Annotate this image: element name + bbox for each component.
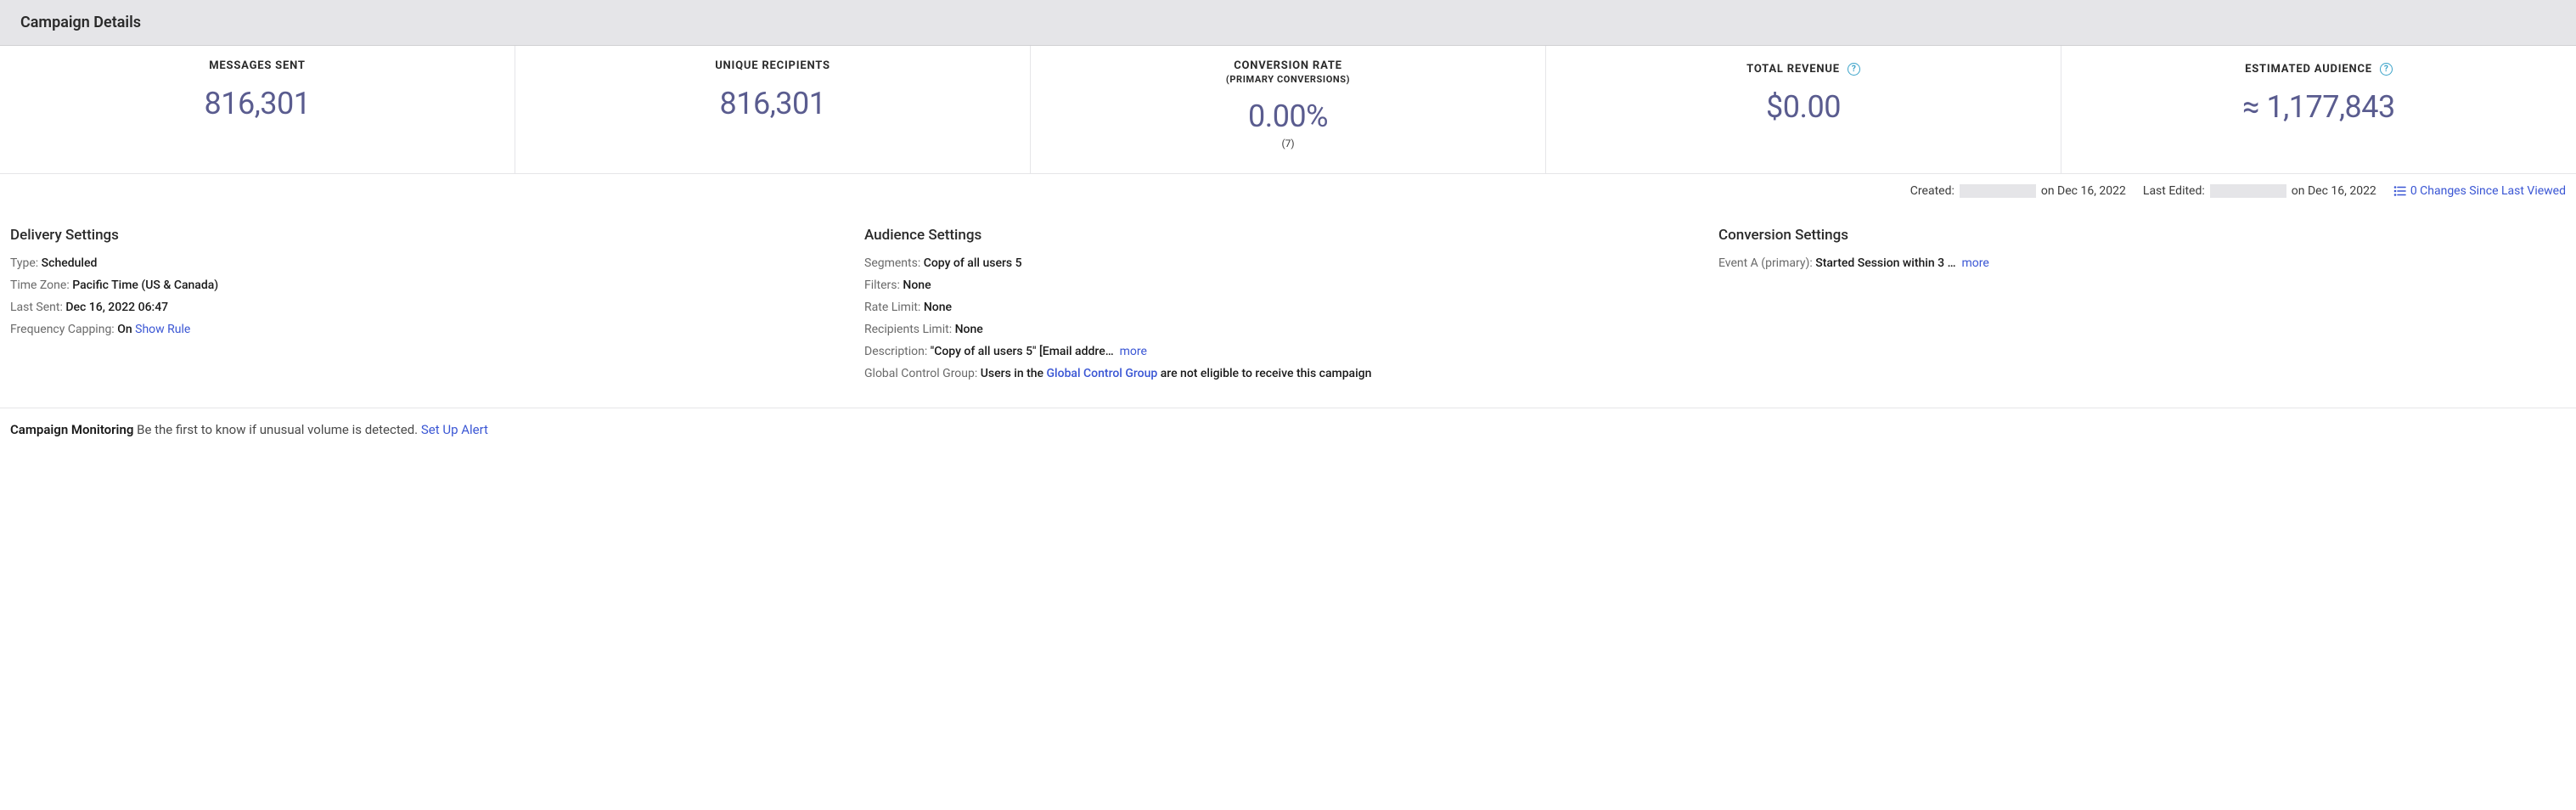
- kv-type: Type: Scheduled: [10, 254, 847, 273]
- stat-card-unique-recipients[interactable]: UNIQUE RECIPIENTS 816,301: [515, 46, 1031, 173]
- stat-label: MESSAGES SENT: [8, 59, 506, 72]
- conversion-settings: Conversion Settings Event A (primary): S…: [1718, 227, 2556, 387]
- redacted-block: [1960, 184, 2036, 198]
- stat-value: 0.00%: [1039, 98, 1537, 134]
- section-title: Audience Settings: [864, 227, 1701, 244]
- section-title: Conversion Settings: [1718, 227, 2556, 244]
- meta-last-edited: Last Edited: on Dec 16, 2022: [2143, 184, 2376, 198]
- meta-created: Created: on Dec 16, 2022: [1910, 184, 2126, 198]
- kv-recipients-limit: Recipients Limit: None: [864, 320, 1701, 340]
- stat-card-total-revenue[interactable]: TOTAL REVENUE ? $0.00: [1546, 46, 2061, 173]
- kv-filters: Filters: None: [864, 276, 1701, 295]
- created-label: Created:: [1910, 184, 1954, 198]
- stat-subvalue: (7): [1039, 138, 1537, 149]
- kv-timezone: Time Zone: Pacific Time (US & Canada): [10, 276, 847, 295]
- edited-date: on Dec 16, 2022: [2292, 184, 2376, 198]
- monitoring-text: Be the first to know if unusual volume i…: [137, 422, 418, 437]
- page-header: Campaign Details: [0, 0, 2576, 46]
- stat-card-messages-sent[interactable]: MESSAGES SENT 816,301: [0, 46, 515, 173]
- stat-card-conversion-rate[interactable]: CONVERSION RATE (PRIMARY CONVERSIONS) 0.…: [1031, 46, 1546, 173]
- stat-sublabel: (PRIMARY CONVERSIONS): [1039, 74, 1537, 85]
- meta-row: Created: on Dec 16, 2022 Last Edited: on…: [0, 174, 2576, 208]
- stat-value: ≈ 1,177,843: [2070, 89, 2568, 125]
- settings-row: Delivery Settings Type: Scheduled Time Z…: [0, 208, 2576, 408]
- info-icon[interactable]: ?: [2380, 63, 2393, 76]
- description-more-link[interactable]: more: [1120, 345, 1147, 358]
- kv-description: Description: "Copy of all users 5" [Emai…: [864, 342, 1701, 362]
- edited-label: Last Edited:: [2143, 184, 2205, 198]
- global-control-group-link[interactable]: Global Control Group: [1047, 367, 1158, 380]
- kv-global-control-group: Global Control Group: Users in the Globa…: [864, 364, 1701, 384]
- stat-value: 816,301: [8, 86, 506, 121]
- section-title: Delivery Settings: [10, 227, 847, 244]
- stat-label: UNIQUE RECIPIENTS: [524, 59, 1021, 72]
- changes-since-viewed-link[interactable]: 0 Changes Since Last Viewed: [2393, 184, 2566, 198]
- kv-frequency-capping: Frequency Capping: On Show Rule: [10, 320, 847, 340]
- kv-event-a: Event A (primary): Started Session withi…: [1718, 254, 2556, 273]
- show-rule-link[interactable]: Show Rule: [135, 323, 190, 336]
- stat-label: CONVERSION RATE: [1039, 59, 1537, 72]
- campaign-monitoring: Campaign Monitoring Be the first to know…: [0, 408, 2576, 451]
- stat-value: $0.00: [1555, 89, 2052, 125]
- monitoring-title: Campaign Monitoring: [10, 422, 133, 437]
- stat-label: ESTIMATED AUDIENCE: [2245, 63, 2372, 76]
- info-icon[interactable]: ?: [1848, 63, 1860, 76]
- audience-settings: Audience Settings Segments: Copy of all …: [864, 227, 1701, 387]
- page-title: Campaign Details: [20, 14, 2556, 31]
- set-up-alert-link[interactable]: Set Up Alert: [421, 422, 488, 437]
- event-more-link[interactable]: more: [1961, 256, 1988, 270]
- stat-card-estimated-audience[interactable]: ESTIMATED AUDIENCE ? ≈ 1,177,843: [2061, 46, 2576, 173]
- stats-row: MESSAGES SENT 816,301 UNIQUE RECIPIENTS …: [0, 46, 2576, 174]
- list-icon: [2393, 185, 2406, 197]
- changes-text: 0 Changes Since Last Viewed: [2410, 184, 2566, 198]
- redacted-block: [2210, 184, 2286, 198]
- kv-last-sent: Last Sent: Dec 16, 2022 06:47: [10, 298, 847, 318]
- kv-segments: Segments: Copy of all users 5: [864, 254, 1701, 273]
- kv-rate-limit: Rate Limit: None: [864, 298, 1701, 318]
- delivery-settings: Delivery Settings Type: Scheduled Time Z…: [10, 227, 847, 387]
- created-date: on Dec 16, 2022: [2041, 184, 2126, 198]
- stat-label: TOTAL REVENUE: [1746, 63, 1840, 76]
- stat-value: 816,301: [524, 86, 1021, 121]
